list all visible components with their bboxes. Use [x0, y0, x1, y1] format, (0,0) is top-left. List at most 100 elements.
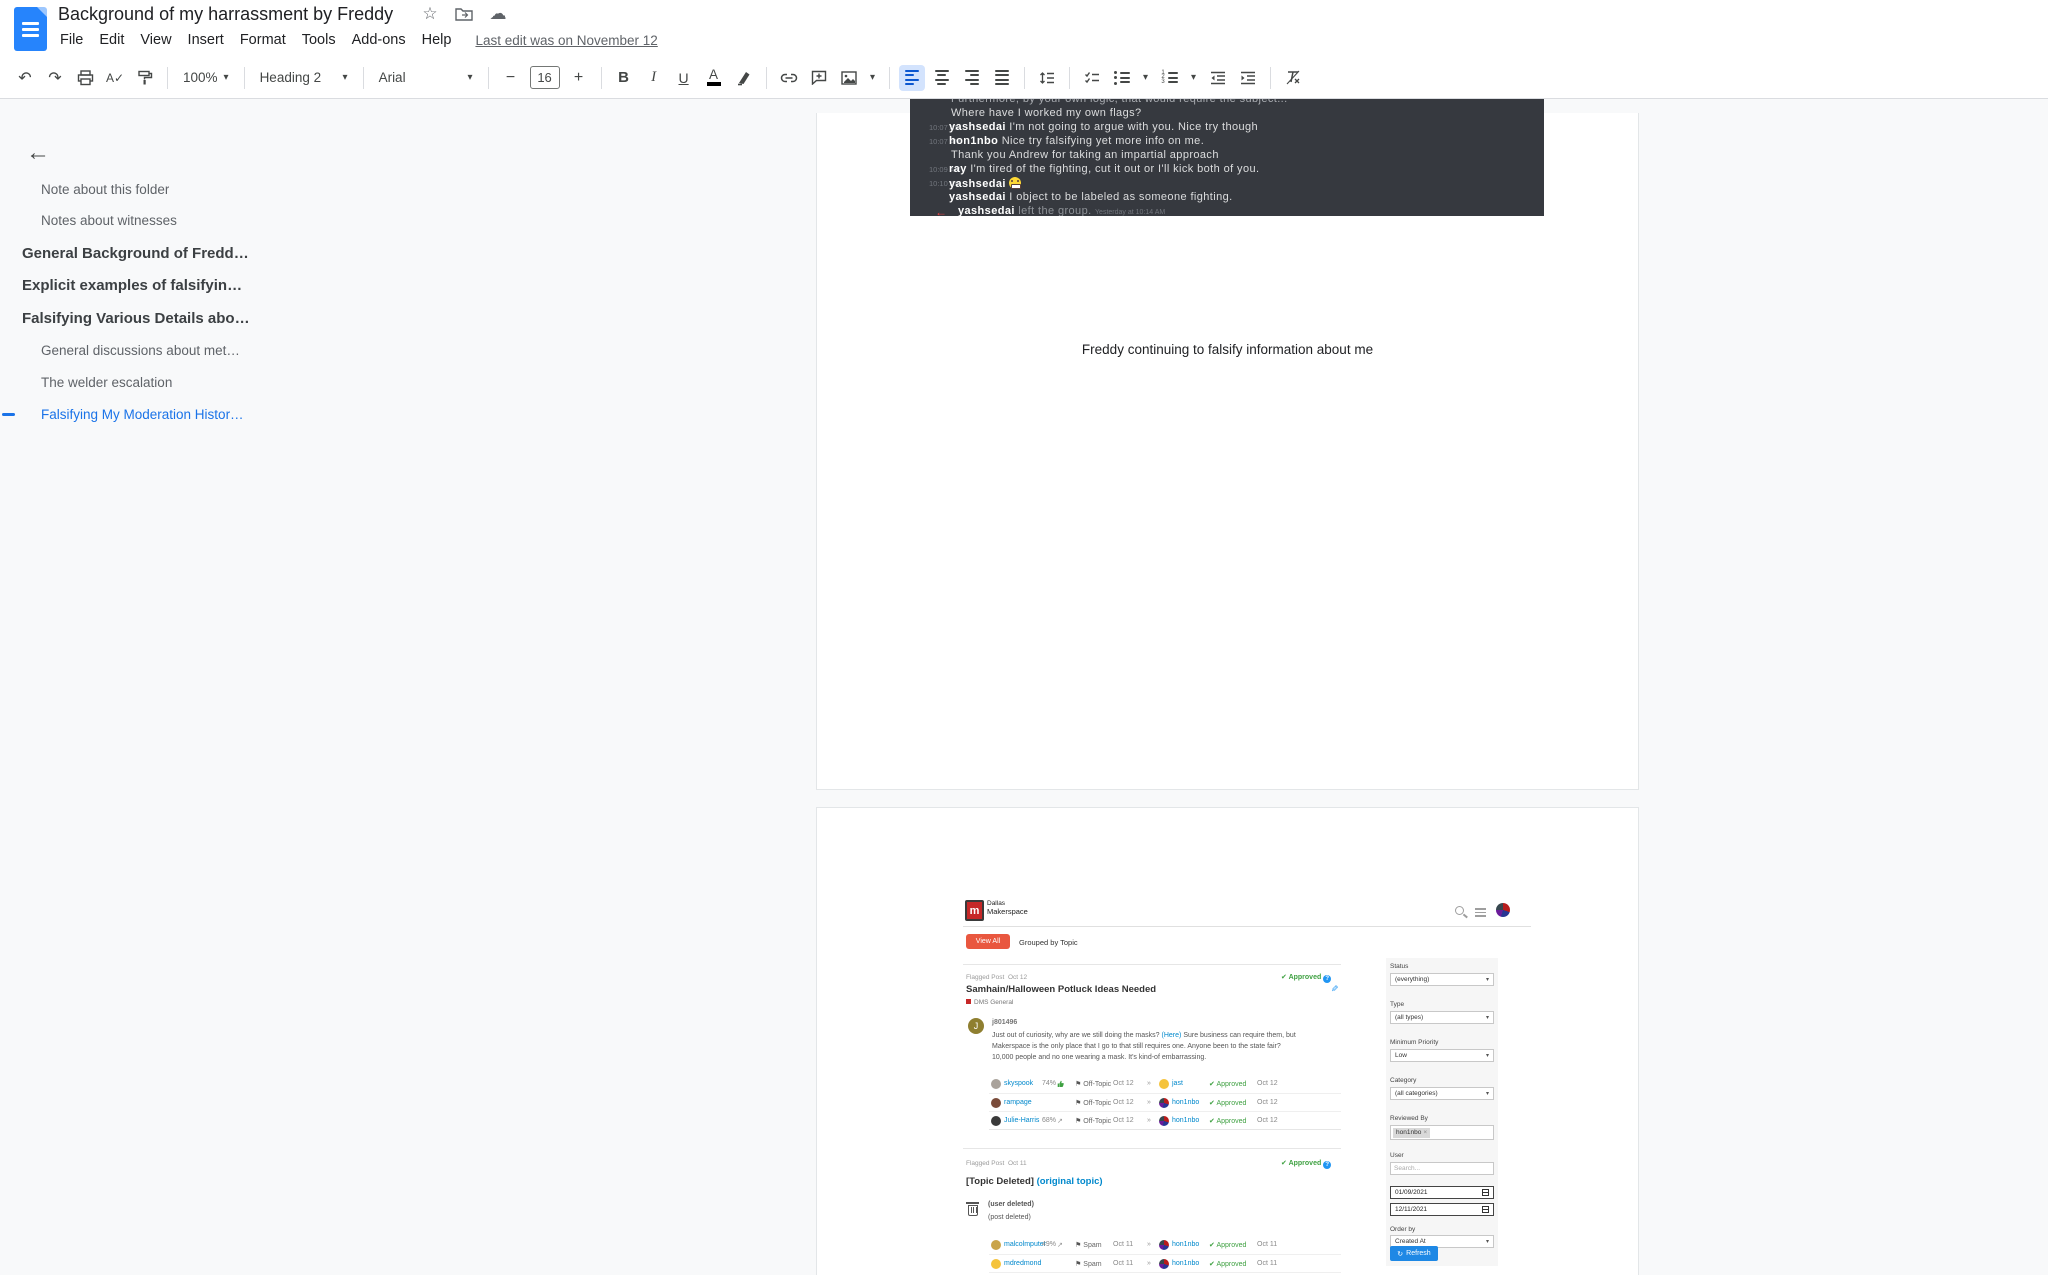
bulleted-list-icon[interactable] — [1109, 65, 1135, 91]
page-2[interactable]: m Dallas Makerspace View All Grouped by … — [816, 807, 1639, 1275]
justify-button[interactable] — [989, 65, 1015, 91]
menu-view[interactable]: View — [132, 29, 179, 51]
outline-item[interactable]: General Background of Fredd… — [22, 245, 249, 262]
flag-icon: ⚑ — [1075, 1118, 1081, 1125]
trash-icon — [966, 1201, 979, 1216]
paragraph-style-select[interactable]: Heading 2▾ — [252, 65, 356, 91]
leave-arrow-icon: ← — [935, 205, 947, 216]
username: yashsedai — [949, 178, 1006, 190]
line-spacing-icon[interactable] — [1034, 65, 1060, 91]
font-family-select[interactable]: Arial▾ — [371, 65, 481, 91]
menu-bar: File Edit View Insert Format Tools Add-o… — [52, 29, 658, 51]
close-outline-icon[interactable]: ← — [26, 139, 50, 167]
cloud-status-icon[interactable]: ☁ — [488, 4, 508, 24]
outline-item-active[interactable]: Falsifying My Moderation Histor… — [41, 407, 244, 422]
highlight-color-icon[interactable] — [731, 65, 757, 91]
insert-image-dropdown-icon[interactable]: ▾ — [866, 65, 880, 91]
numbered-list-icon[interactable]: 123 — [1157, 65, 1183, 91]
docs-logo-icon[interactable] — [14, 7, 47, 51]
flag-date: Oct 12 — [1008, 974, 1027, 981]
menu-file[interactable]: File — [52, 29, 91, 51]
flagged-post-label: Flagged Post — [966, 1160, 1004, 1167]
decrease-indent-icon[interactable] — [1205, 65, 1231, 91]
document-canvas: ← Note about this folder Notes about wit… — [0, 99, 2048, 1275]
checklist-icon[interactable] — [1079, 65, 1105, 91]
here-link: (Here) — [1162, 1032, 1182, 1039]
outline-item[interactable]: The welder escalation — [41, 375, 172, 390]
increase-indent-icon[interactable] — [1235, 65, 1261, 91]
reviewer-avatar — [1159, 1079, 1169, 1089]
undo-icon[interactable]: ↶ — [12, 65, 38, 91]
priority-select: Low▾ — [1390, 1049, 1494, 1062]
flagged-post-label: Flagged Post — [966, 974, 1004, 981]
chevron-icon: » — [1147, 1260, 1151, 1267]
menu-insert[interactable]: Insert — [180, 29, 232, 51]
author-avatar: J — [968, 1018, 984, 1034]
add-comment-icon[interactable] — [806, 65, 832, 91]
question-icon: ? — [1323, 975, 1331, 983]
outline-item[interactable]: General discussions about met… — [41, 343, 240, 358]
order-by-label: Order by — [1390, 1226, 1415, 1233]
align-right-button[interactable] — [959, 65, 985, 91]
clear-formatting-icon[interactable] — [1280, 65, 1306, 91]
flag-icon: ⚑ — [1075, 1261, 1081, 1268]
user-avatar — [1496, 903, 1510, 917]
outline-item[interactable]: Notes about witnesses — [41, 213, 177, 228]
outline-item[interactable]: Explicit examples of falsifyin… — [22, 277, 242, 294]
reviewer-avatar — [1159, 1259, 1169, 1269]
spellcheck-icon[interactable]: A✓ — [102, 65, 128, 91]
decrease-font-size-button[interactable]: − — [498, 65, 524, 91]
star-icon[interactable]: ☆ — [420, 4, 440, 24]
chevron-icon: » — [1147, 1099, 1151, 1106]
flagger-avatar — [991, 1098, 1001, 1108]
numbered-list-dropdown-icon[interactable]: ▾ — [1187, 65, 1201, 91]
increase-font-size-button[interactable]: + — [566, 65, 592, 91]
align-center-button[interactable] — [929, 65, 955, 91]
app-header: Background of my harrassment by Freddy ☆… — [0, 0, 2048, 57]
menu-tools[interactable]: Tools — [294, 29, 344, 51]
reviewed-by-box: hon1nbo× — [1390, 1125, 1494, 1140]
date-to-input: 12/11/2021 — [1390, 1203, 1494, 1216]
insert-link-icon[interactable] — [776, 65, 802, 91]
menu-addons[interactable]: Add-ons — [344, 29, 414, 51]
italic-button[interactable]: I — [641, 65, 667, 91]
flag-icon: ⚑ — [1075, 1242, 1081, 1249]
username: yashsedai — [958, 205, 1015, 216]
question-icon: ? — [1323, 1161, 1331, 1169]
post-title: Samhain/Halloween Potluck Ideas Needed — [966, 984, 1156, 995]
menu-format[interactable]: Format — [232, 29, 294, 51]
paint-format-icon[interactable] — [132, 65, 158, 91]
font-size-input[interactable]: 16 — [530, 66, 560, 89]
username: ray — [949, 163, 967, 175]
document-title[interactable]: Background of my harrassment by Freddy — [58, 4, 393, 25]
embedded-discord-screenshot[interactable]: Furthermore, by your own logic, that wou… — [910, 99, 1544, 216]
text-color-button[interactable]: A — [701, 65, 727, 91]
menu-edit[interactable]: Edit — [91, 29, 132, 51]
outline-item[interactable]: Falsifying Various Details abo… — [22, 310, 250, 327]
print-icon[interactable] — [72, 65, 98, 91]
grouped-by-topic-tab: Grouped by Topic — [1019, 938, 1078, 947]
image-caption[interactable]: Freddy continuing to falsify information… — [816, 342, 1639, 357]
redo-icon[interactable]: ↷ — [42, 65, 68, 91]
username: hon1nbo — [949, 135, 998, 147]
zoom-select[interactable]: 100%▾ — [175, 65, 237, 91]
last-edit-link[interactable]: Last edit was on November 12 — [475, 33, 657, 48]
embedded-forum-screenshot[interactable]: m Dallas Makerspace View All Grouped by … — [963, 896, 1531, 1275]
makerspace-logo: m — [965, 900, 984, 921]
post-title: [Topic Deleted] (original topic) — [966, 1176, 1103, 1187]
author-name: j801496 — [992, 1019, 1017, 1026]
flag-icon: ⚑ — [1075, 1100, 1081, 1107]
insert-image-icon[interactable] — [836, 65, 862, 91]
bulleted-list-dropdown-icon[interactable]: ▾ — [1139, 65, 1153, 91]
underline-button[interactable]: U — [671, 65, 697, 91]
type-label: Type — [1390, 1001, 1404, 1008]
thumbs-up-icon — [1057, 1080, 1064, 1089]
user-search-input — [1390, 1162, 1494, 1175]
outline-item[interactable]: Note about this folder — [41, 182, 169, 197]
priority-label: Minimum Priority — [1390, 1039, 1438, 1046]
bold-button[interactable]: B — [611, 65, 637, 91]
move-to-folder-icon[interactable] — [454, 4, 474, 24]
menu-help[interactable]: Help — [414, 29, 460, 51]
calendar-icon — [1482, 1189, 1489, 1196]
align-left-button[interactable] — [899, 65, 925, 91]
